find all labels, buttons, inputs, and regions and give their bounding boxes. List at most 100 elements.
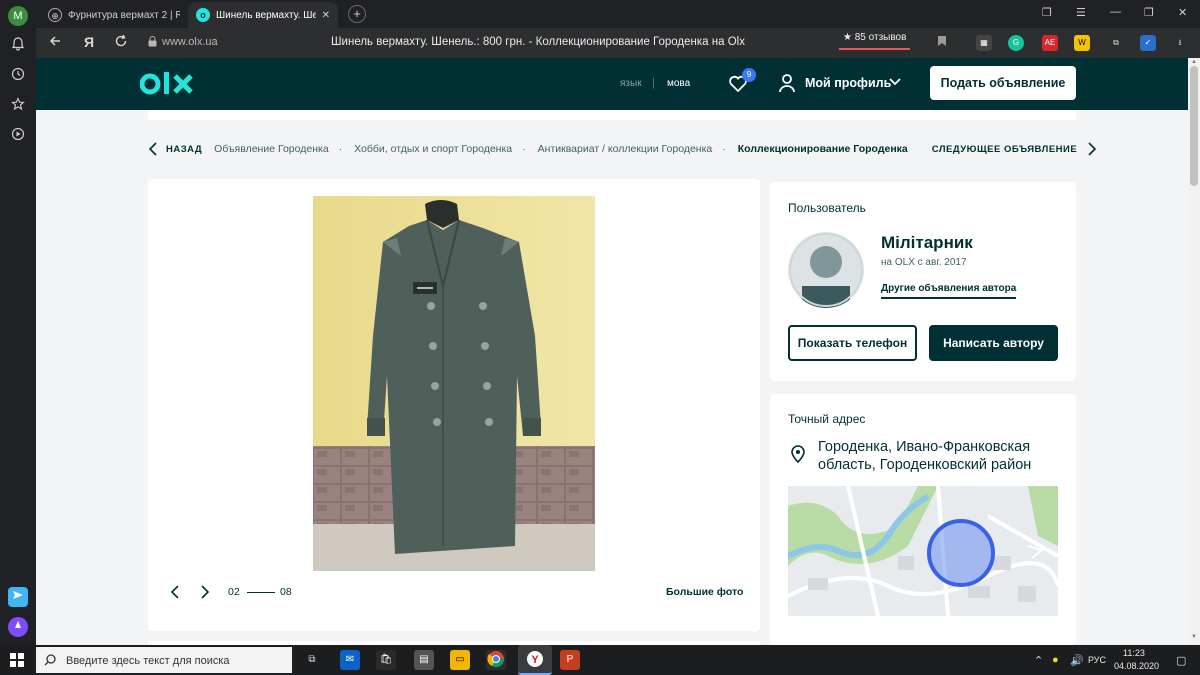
profile-avatar[interactable]: M: [8, 6, 28, 26]
tab-title: Фурнитура вермахт 2 | RE: [68, 9, 180, 21]
breadcrumb-item[interactable]: Антиквариат / коллекции Городенка: [538, 143, 713, 155]
new-tab-button[interactable]: +: [348, 5, 366, 23]
close-icon[interactable]: ✕: [322, 10, 330, 21]
location-map[interactable]: [788, 486, 1058, 616]
powerpoint-app-icon[interactable]: P: [560, 650, 580, 670]
olx-logo[interactable]: [140, 70, 196, 98]
chrome-app-icon[interactable]: [486, 650, 506, 670]
page-scrollbar[interactable]: ▲ ▼: [1188, 58, 1200, 645]
location-pin-icon: [791, 445, 805, 463]
seller-name: Мілітарник: [881, 233, 973, 252]
show-phone-button[interactable]: Показать телефон: [788, 325, 917, 361]
tab-shinel[interactable]: o Шинель вермахту. Шен ✕: [188, 2, 338, 28]
language-separator: |: [652, 77, 655, 89]
file-explorer-icon[interactable]: ▭: [450, 650, 470, 670]
breadcrumb-separator: ·: [338, 143, 343, 155]
address-heading: Точный адрес: [788, 412, 866, 426]
menu-icon[interactable]: ☰: [1076, 6, 1086, 19]
clock-date[interactable]: 04.08.2020: [1114, 661, 1159, 671]
user-card-heading: Пользователь: [788, 201, 866, 215]
search-icon: [44, 654, 56, 666]
olx-favicon-icon: o: [196, 8, 210, 22]
window-close-icon[interactable]: ✕: [1178, 6, 1187, 19]
restore-icon[interactable]: ❐: [1144, 6, 1154, 19]
yandex-icon[interactable]: Я: [84, 34, 94, 50]
gallery-next-icon[interactable]: [198, 584, 212, 600]
gallery-card: 02 08 Большие фото: [148, 179, 760, 631]
product-photo-coat[interactable]: [313, 196, 595, 571]
screenshot-icon[interactable]: ⧉: [1108, 35, 1124, 51]
aliexpress-icon[interactable]: AE: [1042, 35, 1058, 51]
write-author-button[interactable]: Написать автору: [929, 325, 1058, 361]
big-photo-link[interactable]: Большие фото: [666, 586, 743, 598]
windows-start-icon[interactable]: [10, 653, 24, 667]
gallery-prev-icon[interactable]: [168, 584, 182, 600]
alice-assistant-icon[interactable]: [8, 617, 28, 637]
gallery-total-count: 08: [280, 586, 292, 598]
yandex-browser-app-icon[interactable]: Y: [518, 645, 552, 675]
svg-text:Y: Y: [531, 654, 539, 666]
language-ru-link[interactable]: язык: [620, 78, 642, 89]
breadcrumb-current[interactable]: Коллекционирование Городенка: [738, 143, 908, 155]
next-ad-link[interactable]: СЛЕДУЮЩЕЕ ОБЪЯВЛЕНИЕ: [932, 144, 1077, 155]
chevron-right-icon[interactable]: [1087, 142, 1097, 156]
tab-title: Шинель вермахту. Шен: [216, 9, 316, 21]
user-icon[interactable]: [778, 73, 796, 93]
address-card: Точный адрес Городенка, Ивано-Франковска…: [770, 394, 1076, 645]
my-profile-link[interactable]: Мой профиль: [805, 76, 891, 90]
scroll-thumb[interactable]: [1190, 66, 1198, 186]
page-title: Шинель вермахту. Шенель.: 800 грн. - Кол…: [331, 36, 745, 48]
favorites-count-badge: 9: [742, 68, 756, 82]
seller-since: на OLX с авг. 2017: [881, 257, 967, 268]
task-view-icon[interactable]: ⧉: [302, 650, 322, 670]
avatar[interactable]: [788, 232, 864, 308]
breadcrumb: НАЗАД Объявление Городенка · Хобби, отды…: [148, 142, 1097, 156]
breadcrumb-item[interactable]: Хобби, отдых и спорт Городенка: [354, 143, 512, 155]
messenger-app-icon[interactable]: [8, 587, 28, 607]
grammarly-icon[interactable]: G: [1008, 35, 1024, 51]
clock-time[interactable]: 11:23: [1123, 648, 1145, 658]
address-text: Городенка, Ивано-Франковская область, Го…: [818, 439, 1032, 473]
post-ad-button[interactable]: Подать объявление: [930, 66, 1076, 100]
scroll-down-icon[interactable]: ▼: [1191, 634, 1197, 640]
bell-icon[interactable]: [8, 36, 28, 56]
shield-extension-icon[interactable]: ✓: [1140, 35, 1156, 51]
chevron-left-icon[interactable]: [148, 142, 158, 156]
play-icon[interactable]: [8, 126, 28, 146]
tray-chevron-up-icon[interactable]: ⌃: [1034, 654, 1043, 667]
breadcrumb-item[interactable]: Объявление Городенка: [214, 143, 329, 155]
minimize-icon[interactable]: —: [1110, 6, 1121, 18]
tab-strip: ⊕ Фурнитура вермахт 2 | RE o Шинель верм…: [36, 0, 1200, 28]
url-host[interactable]: www.olx.ua: [162, 36, 218, 48]
other-ads-link[interactable]: Другие объявления автора: [881, 283, 1017, 299]
language-ua-link[interactable]: мова: [667, 78, 690, 89]
page-content: НАЗАД Объявление Городенка · Хобби, отды…: [36, 110, 1188, 645]
chevron-down-icon[interactable]: [888, 76, 902, 88]
back-arrow-icon[interactable]: [48, 34, 62, 51]
tabs-list-icon[interactable]: ❐: [1042, 6, 1052, 19]
taskbar-search-box[interactable]: Введите здесь текст для поиска: [36, 647, 292, 673]
gallery-progress-line: [247, 592, 275, 593]
input-language[interactable]: РУС: [1088, 655, 1106, 665]
reload-icon[interactable]: [114, 34, 128, 51]
media-app-icon[interactable]: ▤: [414, 650, 434, 670]
tab-furniture[interactable]: ⊕ Фурнитура вермахт 2 | RE: [40, 2, 188, 28]
gallery-current-index: 02: [228, 586, 240, 598]
volume-icon[interactable]: 🔊: [1070, 654, 1084, 667]
top-card-strip: [148, 110, 1076, 120]
notifications-icon[interactable]: ▢: [1176, 654, 1186, 667]
breadcrumb-back[interactable]: НАЗАД: [166, 144, 202, 155]
tray-app-icon[interactable]: ●: [1052, 654, 1059, 666]
mail-app-icon[interactable]: ✉: [340, 650, 360, 670]
breadcrumb-separator: ·: [522, 143, 526, 155]
bookmark-icon[interactable]: [934, 35, 950, 51]
download-icon[interactable]: ⭳: [1172, 35, 1188, 51]
taskbar-search-placeholder: Введите здесь текст для поиска: [66, 655, 230, 667]
grid-extension-icon[interactable]: ▦: [976, 35, 992, 51]
extension-w-icon[interactable]: W: [1074, 35, 1090, 51]
history-icon[interactable]: [8, 66, 28, 86]
reviews-badge[interactable]: ★ 85 отзывов: [839, 32, 911, 50]
store-app-icon[interactable]: 🛍: [376, 650, 396, 670]
star-icon[interactable]: [8, 96, 28, 116]
scroll-up-icon[interactable]: ▲: [1191, 59, 1197, 65]
